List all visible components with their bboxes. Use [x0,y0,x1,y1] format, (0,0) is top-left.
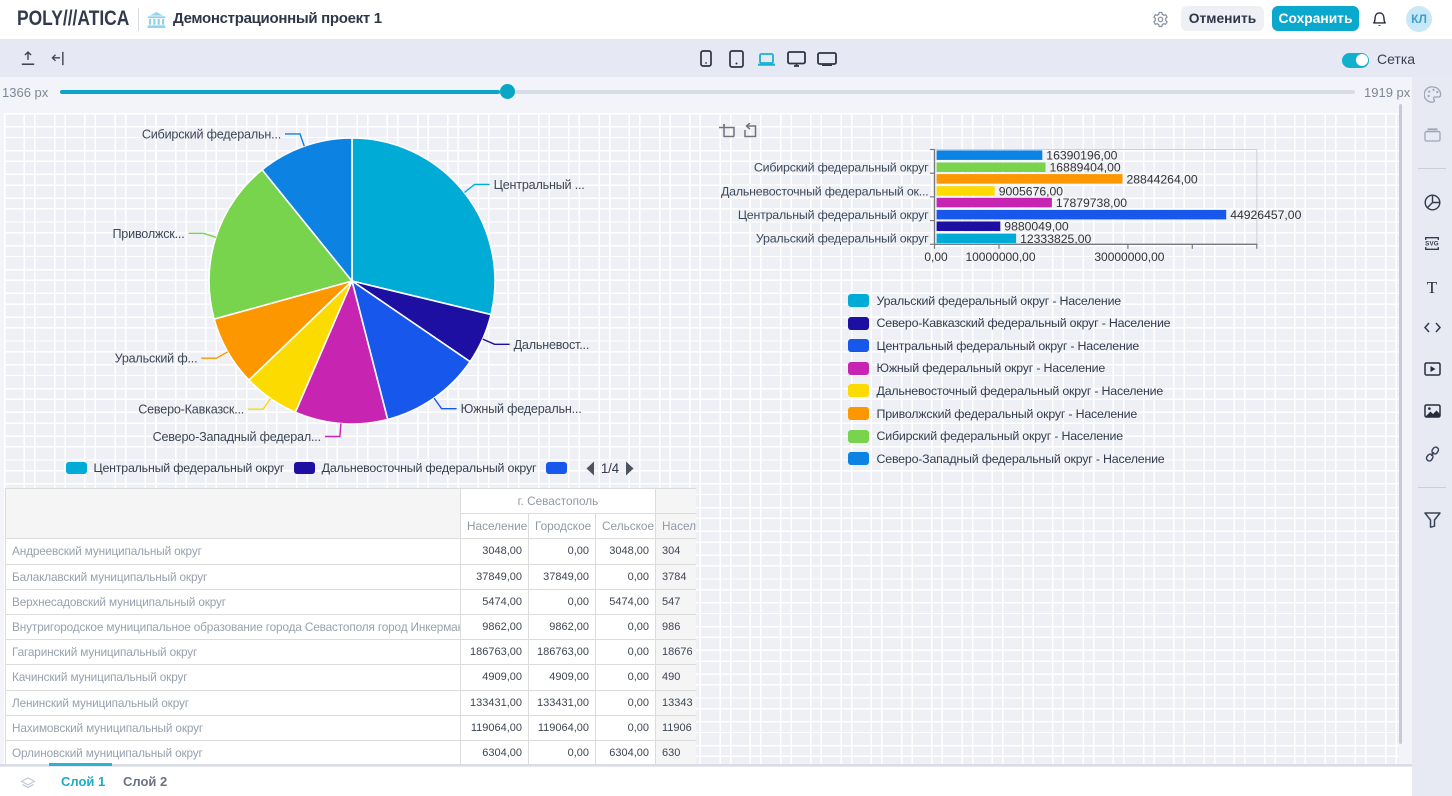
svg-text:Центральный федеральный округ: Центральный федеральный округ [738,208,929,222]
svg-text:Приволжск...: Приволжск... [112,227,184,241]
svg-text:Дальневосточный федеральный ок: Дальневосточный федеральный ок... [721,184,929,198]
svg-text:16889404,00: 16889404,00 [1050,161,1121,175]
svg-text:44926457,00: 44926457,00 [1230,208,1301,222]
svg-text:Сибирский федеральный округ: Сибирский федеральный округ [754,161,929,175]
svg-text:9005676,00: 9005676,00 [999,184,1064,198]
svg-text:0,00: 0,00 [924,250,948,264]
svg-text:Дальневост...: Дальневост... [514,338,590,352]
svg-text:Южный федеральн...: Южный федеральн... [461,402,582,416]
svg-text:30000000,00: 30000000,00 [1094,250,1164,264]
svg-text:Сибирский федеральн...: Сибирский федеральн... [142,127,281,141]
svg-text:SVG: SVG [1425,241,1439,248]
svg-text:Северо-Западный федерал...: Северо-Западный федерал... [153,430,321,444]
svg-text:Северо-Кавказск...: Северо-Кавказск... [138,403,244,417]
svg-text:28844264,00: 28844264,00 [1127,172,1198,186]
svg-text:Уральский ф...: Уральский ф... [115,352,198,366]
svg-text:Уральский федеральный округ: Уральский федеральный округ [756,232,929,246]
svg-text:Центральный ...: Центральный ... [494,178,585,192]
svg-text:17879738,00: 17879738,00 [1056,196,1127,210]
svg-text:10000000,00: 10000000,00 [965,250,1035,264]
